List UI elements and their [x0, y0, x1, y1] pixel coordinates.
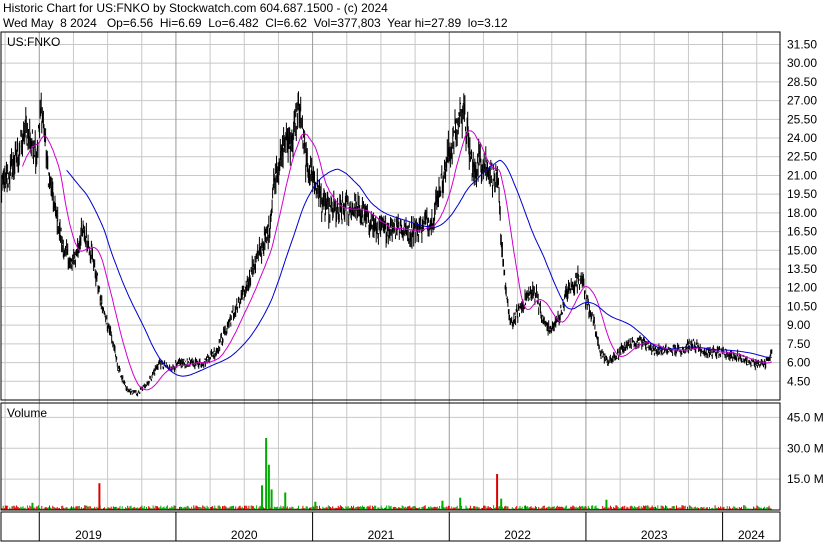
- price-tick-label: 24.00: [787, 131, 817, 145]
- volume-panel-frame: [0, 402, 781, 511]
- stock-chart: 31.50 30.00 28.50 27.00 25.50 24.00 22.50 21.00…: [0, 31, 824, 542]
- year-label: 2024: [738, 528, 765, 542]
- price-tick-label: 31.50: [787, 37, 817, 51]
- price-tick-label: 21.00: [787, 168, 817, 182]
- price-tick-label: 10.50: [787, 299, 817, 313]
- chart-frames: [0, 31, 781, 542]
- year-label: 2023: [641, 528, 668, 542]
- volume-tick-label: 45.0 M: [787, 410, 824, 424]
- price-tick-label: 7.50: [787, 337, 811, 351]
- moving-average-short: [22, 130, 773, 391]
- price-series: [0, 91, 773, 397]
- year-label: 2019: [75, 528, 102, 542]
- price-tick-label: 6.00: [787, 356, 811, 370]
- price-tick-label: 15.00: [787, 243, 817, 257]
- volume-bars: [0, 437, 772, 510]
- price-tick-label: 22.50: [787, 150, 817, 164]
- price-tick-label: 16.50: [787, 225, 817, 239]
- price-tick-label: 19.50: [787, 187, 817, 201]
- year-label: 2022: [504, 528, 531, 542]
- price-tick-label: 12.00: [787, 281, 817, 295]
- grid-lines: [1, 32, 780, 510]
- price-tick-label: 13.50: [787, 262, 817, 276]
- price-tick-label: 18.00: [787, 206, 817, 220]
- year-label: 2021: [368, 528, 395, 542]
- price-tick-label: 27.00: [787, 94, 817, 108]
- price-tick-label: 9.00: [787, 318, 811, 332]
- symbol-label: US:FNKO: [7, 35, 60, 49]
- year-label: 2020: [231, 528, 258, 542]
- price-tick-label: 25.50: [787, 112, 817, 126]
- price-bars: [0, 91, 773, 397]
- volume-tick-label: 30.0 M: [787, 441, 824, 455]
- volume-panel-label: Volume: [7, 406, 47, 420]
- price-tick-label: 30.00: [787, 56, 817, 70]
- volume-tick-label: 15.0 M: [787, 472, 824, 486]
- price-tick-label: 28.50: [787, 75, 817, 89]
- price-tick-label: 4.50: [787, 374, 811, 388]
